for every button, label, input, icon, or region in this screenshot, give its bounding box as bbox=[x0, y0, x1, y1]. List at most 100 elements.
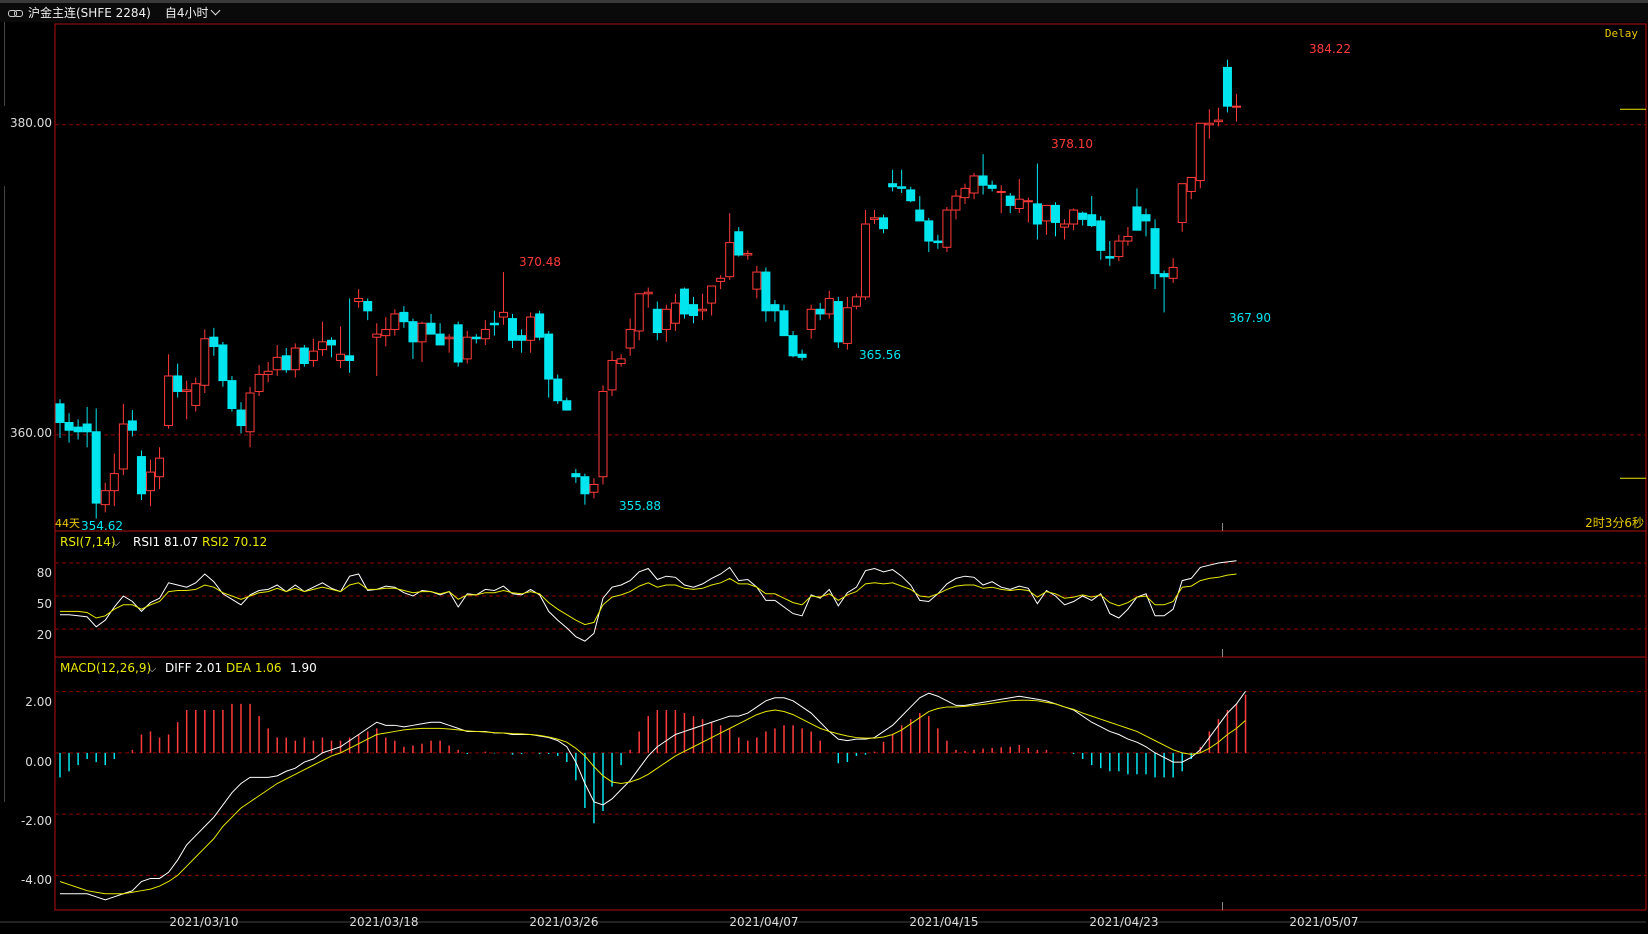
candle-body bbox=[1060, 223, 1070, 228]
candle-body bbox=[308, 350, 318, 361]
diff-line bbox=[60, 691, 1246, 901]
candle-body bbox=[372, 333, 382, 338]
candle-body bbox=[327, 339, 336, 346]
candle-body bbox=[833, 301, 843, 343]
candle-body bbox=[716, 277, 726, 282]
candle-body bbox=[1105, 256, 1115, 259]
candle-body bbox=[526, 316, 536, 341]
candle-body bbox=[381, 328, 391, 337]
candle-body bbox=[155, 457, 165, 478]
candle-body bbox=[1159, 273, 1169, 278]
candle-body bbox=[64, 421, 74, 431]
macd-title[interactable]: MACD(12,26,9) bbox=[60, 661, 151, 675]
candle-body bbox=[200, 338, 210, 386]
candle-body bbox=[996, 190, 1006, 193]
date-label-0415: 2021/04/15 bbox=[909, 915, 978, 929]
annot-lo4: 367.90 bbox=[1229, 311, 1271, 325]
macd-level-m4: -4.00 bbox=[21, 873, 52, 887]
candle-body bbox=[191, 383, 201, 406]
candle-body bbox=[860, 223, 870, 298]
candle-body bbox=[399, 311, 409, 323]
candle-body bbox=[544, 333, 554, 380]
candle-body bbox=[842, 307, 852, 344]
candle-body bbox=[408, 321, 418, 343]
frame-border bbox=[54, 23, 1647, 911]
candle-body bbox=[562, 400, 572, 411]
candle-body bbox=[969, 175, 979, 194]
candle-body bbox=[598, 390, 608, 478]
annot-lo2: 355.88 bbox=[619, 499, 661, 513]
price-label-380: 380.00 bbox=[10, 116, 52, 130]
rsi2-label: RSI2 70.12 bbox=[202, 535, 267, 549]
candle-body bbox=[55, 403, 65, 423]
candle-body bbox=[1041, 204, 1051, 222]
candle-body bbox=[1014, 198, 1024, 210]
candle-body bbox=[851, 296, 861, 307]
candle-body bbox=[915, 209, 925, 222]
candle-body bbox=[363, 301, 373, 312]
candle-body bbox=[634, 293, 644, 332]
candle-body bbox=[870, 217, 879, 220]
candle-body bbox=[489, 322, 499, 326]
candle-body bbox=[227, 380, 237, 410]
rsi-group bbox=[60, 560, 1237, 642]
candle-body bbox=[734, 231, 744, 256]
candle-body bbox=[118, 423, 128, 470]
macd-chevron-icon[interactable]: ⌵ bbox=[148, 662, 157, 675]
candle-body bbox=[317, 341, 327, 351]
candle-body bbox=[82, 423, 92, 433]
date-label-0326: 2021/03/26 bbox=[529, 915, 598, 929]
annot-hi3: 370.48 bbox=[519, 255, 561, 269]
dea-line bbox=[59, 699, 1246, 895]
candle-body bbox=[661, 308, 671, 330]
candle-body bbox=[607, 359, 617, 391]
candle-body bbox=[779, 310, 789, 337]
date-label-0507: 2021/05/07 bbox=[1289, 915, 1358, 929]
candle-body bbox=[951, 195, 961, 211]
candle-body bbox=[209, 336, 219, 347]
hist-label: 1.90 bbox=[290, 661, 317, 675]
candle-body bbox=[1186, 176, 1196, 192]
candle-body bbox=[218, 344, 228, 382]
price-label-360: 360.00 bbox=[10, 426, 52, 440]
annot-high: 384.22 bbox=[1309, 42, 1351, 56]
candle-body bbox=[960, 187, 970, 199]
candle-body bbox=[1078, 212, 1088, 220]
candle-body bbox=[164, 375, 174, 427]
candle-body bbox=[254, 373, 264, 392]
days-label: 44天 bbox=[55, 517, 80, 530]
candle-body bbox=[933, 240, 943, 244]
candle-body bbox=[517, 335, 527, 341]
candle-body bbox=[444, 336, 454, 340]
candle-body bbox=[136, 456, 146, 495]
candle-body bbox=[725, 242, 735, 278]
date-label-0318: 2021/03/18 bbox=[349, 915, 418, 929]
candle-body bbox=[73, 426, 83, 433]
candle-body bbox=[1123, 235, 1133, 242]
rsi-level-80: 80 bbox=[37, 566, 52, 580]
candle-body bbox=[263, 370, 273, 375]
candle-body bbox=[1222, 66, 1232, 107]
candle-body bbox=[1005, 195, 1015, 206]
rsi-chevron-icon[interactable]: ⌵ bbox=[112, 536, 121, 549]
candle-body bbox=[462, 336, 472, 360]
delay-label: Delay bbox=[1605, 27, 1638, 40]
rsi-title[interactable]: RSI(7,14) bbox=[60, 535, 116, 549]
candle-body bbox=[182, 389, 192, 392]
candle-body bbox=[553, 378, 563, 402]
macd-level-0: 0.00 bbox=[25, 755, 52, 769]
candle-body bbox=[498, 311, 508, 318]
candle-body bbox=[897, 186, 907, 189]
candle-body bbox=[426, 322, 436, 335]
rsi-level-20: 20 bbox=[37, 628, 52, 642]
candle-body bbox=[643, 291, 653, 295]
candle-body bbox=[1069, 209, 1079, 225]
chart-canvas[interactable]: Delay 2时3分6秒 44天 380.00 360.00 384.22 37… bbox=[0, 0, 1648, 934]
candle-body bbox=[571, 473, 581, 478]
candle-body bbox=[689, 304, 698, 316]
candle-body bbox=[290, 347, 300, 371]
grid-lines bbox=[55, 124, 1646, 876]
candle-body bbox=[1204, 122, 1214, 126]
candle-body bbox=[625, 328, 635, 349]
candle-body bbox=[743, 252, 753, 256]
